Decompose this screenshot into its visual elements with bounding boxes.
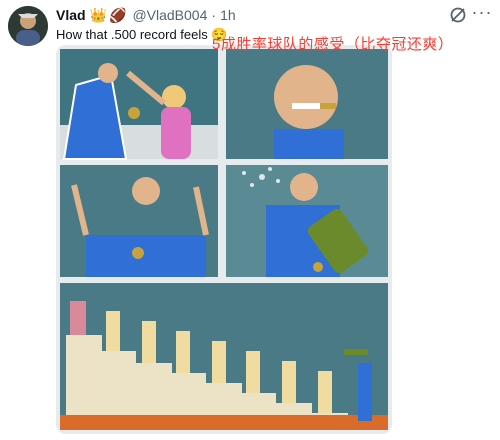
comic-panel-1 [60,49,218,160]
avatar[interactable] [8,6,48,46]
overlay-caption: 5成胜率球队的感受（比夺冠还爽） [212,36,454,53]
display-name[interactable]: Vlad [56,7,86,23]
comic-panel-3 [60,165,218,277]
more-options-icon[interactable]: ··· [470,3,494,24]
post-text-content: How that .500 record feels [56,27,208,42]
comic-panel-4 [226,165,388,277]
crown-emoji: 👑 [89,6,108,23]
user-handle[interactable]: @VladB004 [132,7,207,23]
avatar-image [8,6,48,46]
grok-icon[interactable] [449,6,467,24]
post-time[interactable]: 1h [220,7,236,23]
separator-dot: · [211,7,217,23]
comic-panel-5 [60,283,388,430]
comic-image [56,45,392,434]
post-text: How that .500 record feels 😌 [56,27,228,43]
comic-panel-2 [226,49,388,159]
football-emoji: 🏈 [109,6,127,23]
post-header: Vlad 👑 🏈 @VladB004 · 1h [56,6,236,24]
post-media-comic[interactable] [56,45,392,434]
